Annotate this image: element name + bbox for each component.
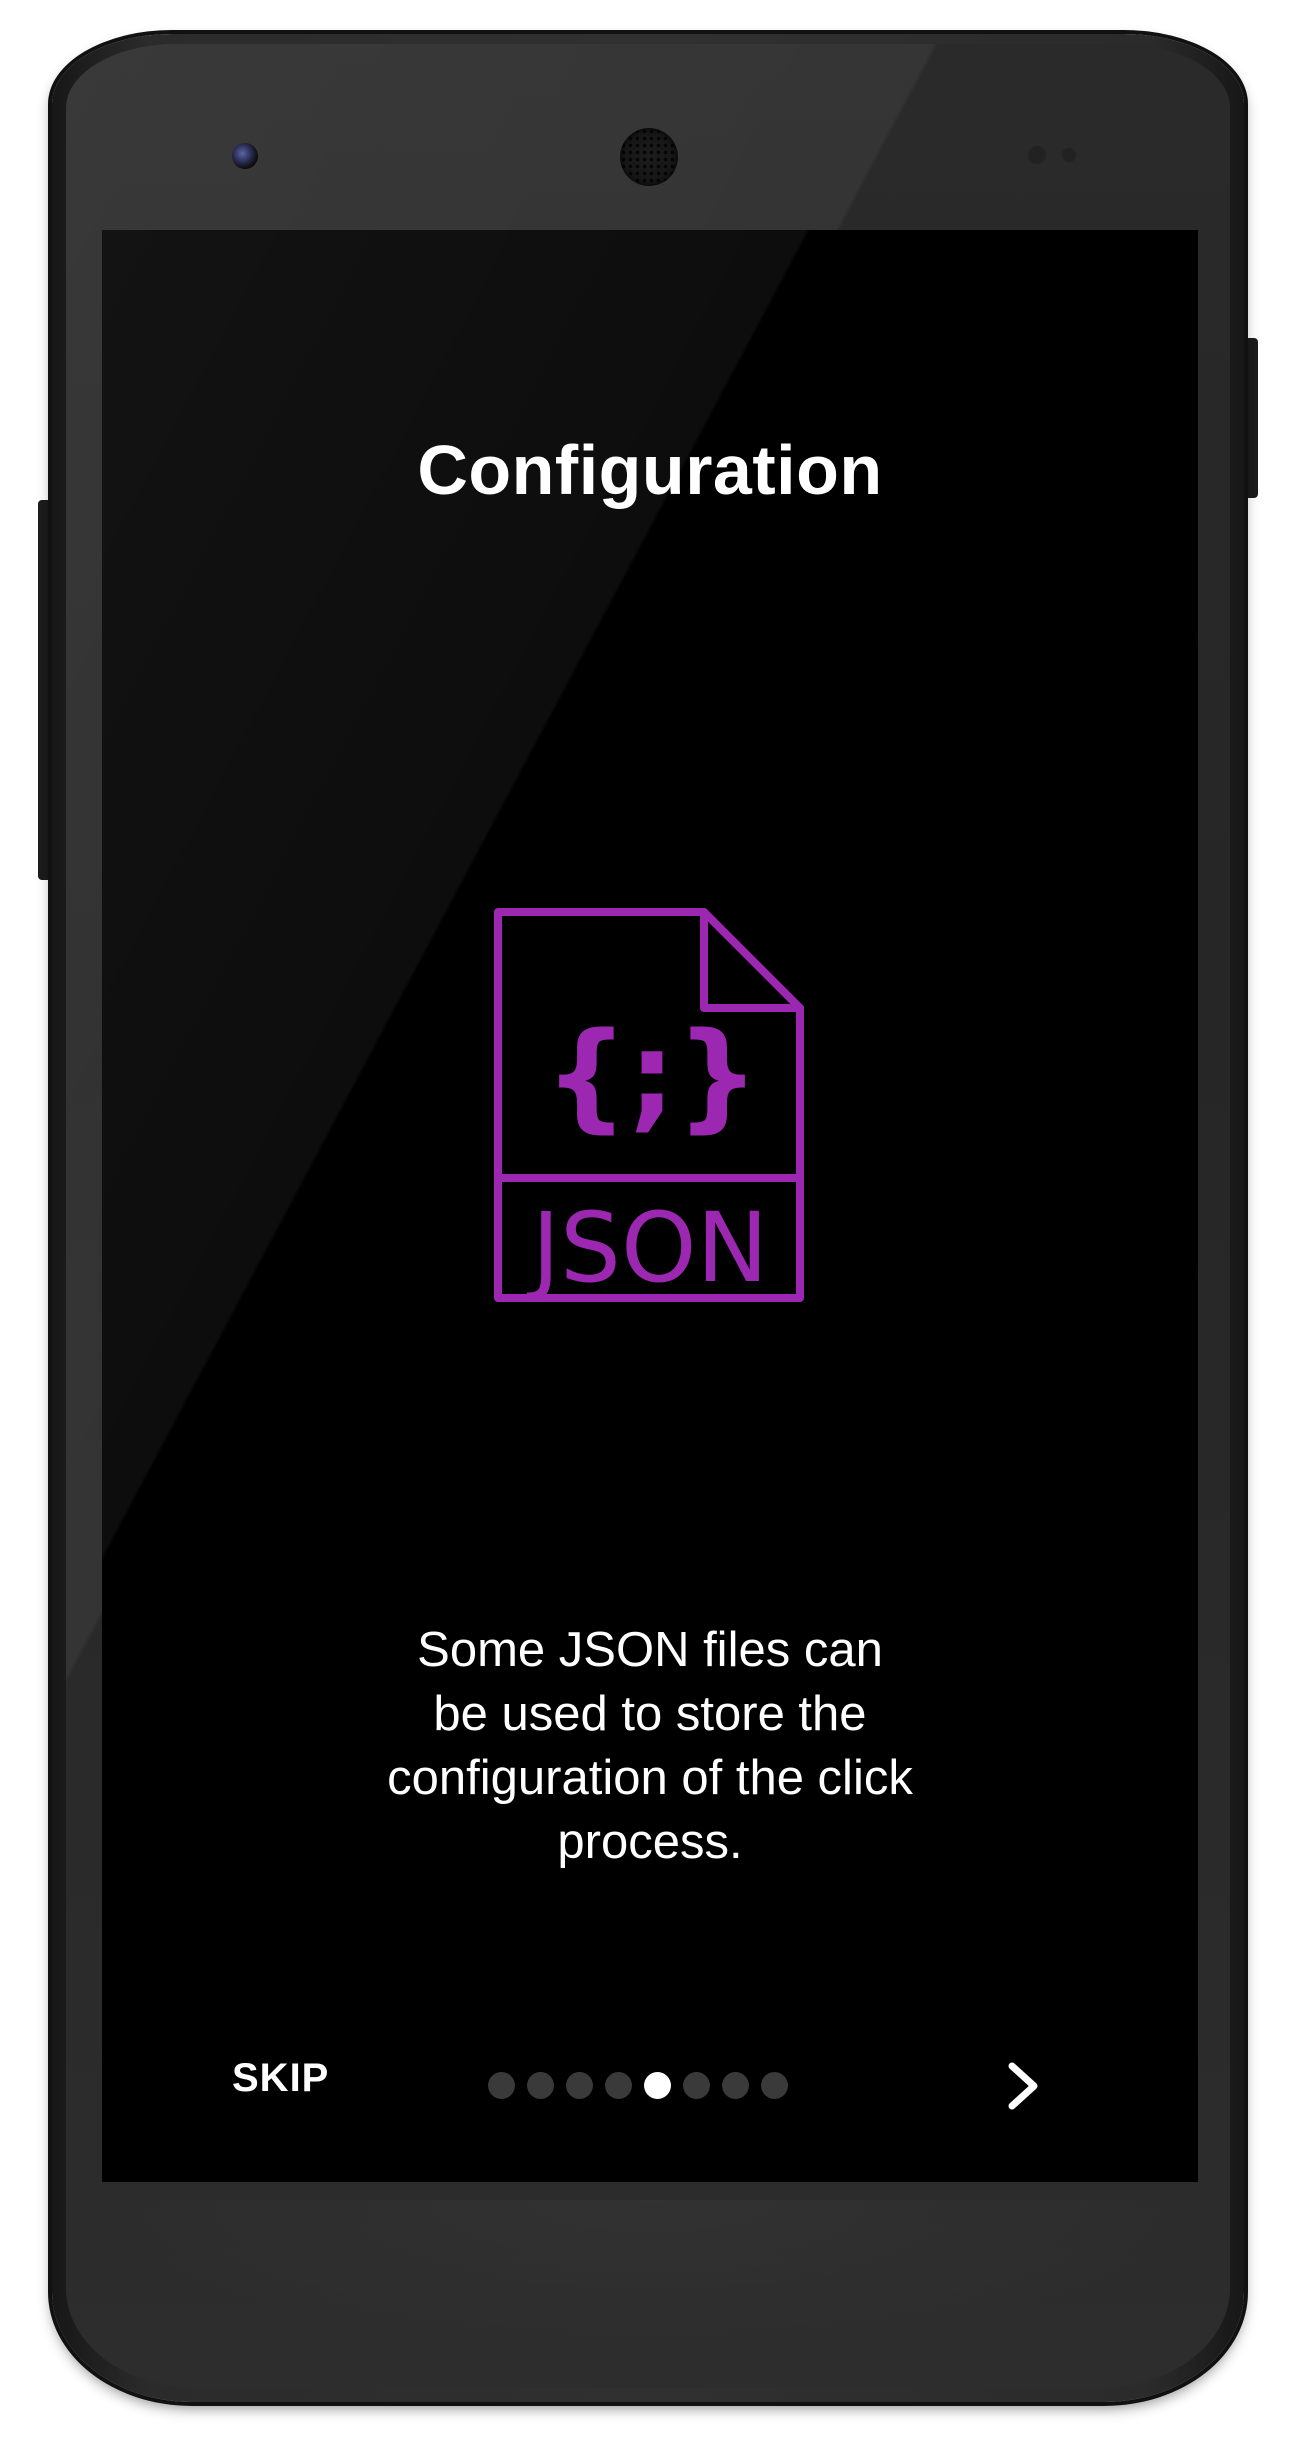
- chevron-right-icon: [1008, 2062, 1038, 2110]
- page-dot[interactable]: [683, 2072, 710, 2099]
- description-line: Some JSON files can: [417, 1623, 883, 1677]
- json-braces-text: {;}: [544, 1006, 759, 1144]
- description-line: be used to store the: [433, 1687, 867, 1741]
- device-mockup: Configuration {;} JSON Some JSON files c…: [0, 0, 1298, 2442]
- power-button: [1244, 338, 1258, 498]
- page-dot[interactable]: [722, 2072, 749, 2099]
- page-dot[interactable]: [566, 2072, 593, 2099]
- page-dot-active[interactable]: [644, 2072, 671, 2099]
- description-line: configuration of the click: [387, 1751, 913, 1805]
- page-dot[interactable]: [527, 2072, 554, 2099]
- chin-reflection: [100, 2200, 1200, 2350]
- front-camera-icon: [232, 143, 258, 169]
- skip-button[interactable]: SKIP: [232, 2056, 329, 2101]
- page-dot[interactable]: [761, 2072, 788, 2099]
- next-button[interactable]: [998, 2058, 1048, 2114]
- page-indicator: [488, 2072, 788, 2100]
- page-dot[interactable]: [605, 2072, 632, 2099]
- light-sensor-icon: [1062, 148, 1076, 162]
- proximity-sensor-icon: [1028, 146, 1046, 164]
- description-line: process.: [557, 1815, 743, 1869]
- page-title: Configuration: [417, 431, 883, 509]
- page-dot[interactable]: [488, 2072, 515, 2099]
- page-description: Some JSON files can be used to store the…: [320, 1618, 980, 1874]
- json-label-text: JSON: [527, 1192, 769, 1304]
- earpiece-speaker-icon: [620, 128, 678, 186]
- app-screen: Configuration {;} JSON Some JSON files c…: [102, 230, 1198, 2182]
- json-file-icon: {;} JSON: [494, 908, 804, 1304]
